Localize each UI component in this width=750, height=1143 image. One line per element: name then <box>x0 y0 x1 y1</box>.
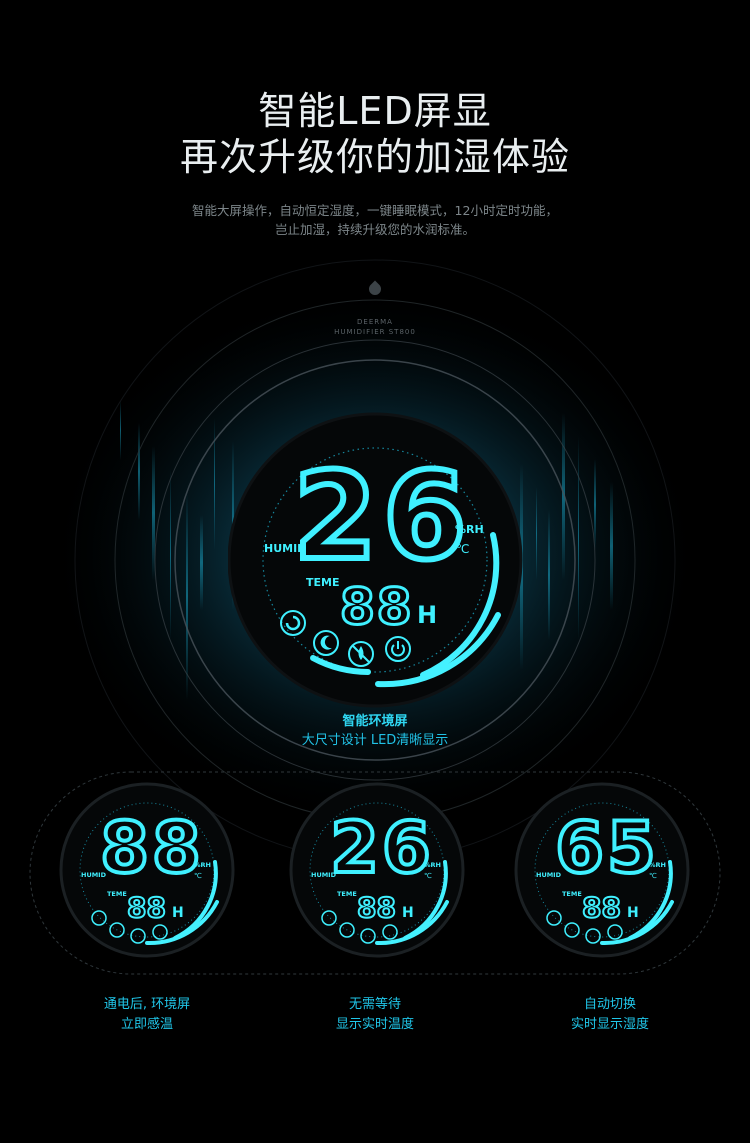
variant-2-caption: 无需等待 显示实时温度 <box>290 995 460 1035</box>
water-drop-icon <box>366 280 384 298</box>
display-variant-1: 88 HUMID %RH ℃ TEME 88 H <box>59 782 235 958</box>
main-value: 26 <box>294 448 473 587</box>
variant-1-teme: TEME <box>107 890 127 898</box>
variant-1-celsius: ℃ <box>194 872 202 880</box>
light-streak <box>578 436 579 640</box>
variant-1-humid: HUMID <box>81 871 107 879</box>
variant-2-humid: HUMID <box>311 871 337 879</box>
headline: 智能LED屏显 再次升级你的加湿体验 <box>0 88 750 180</box>
intro-line-1: 智能大屏操作，自动恒定湿度，一键睡眠模式，12小时定时功能， <box>192 203 558 218</box>
display-variant-3: 65 HUMID %RH ℃ TEME 88 H <box>514 782 690 958</box>
variant-3-unit: H <box>627 905 639 921</box>
brand-name: DEERMA <box>357 318 393 326</box>
variant-2-celsius: ℃ <box>424 872 432 880</box>
hero-caption-subtitle: 大尺寸设计 LED清晰显示 <box>301 733 449 748</box>
headline-line-2: 再次升级你的加湿体验 <box>179 135 570 179</box>
variant-3-timer: 88 <box>582 891 621 924</box>
display-variant-2: 26 HUMID %RH ℃ TEME 88 H <box>289 782 465 958</box>
variant-1-caption: 通电后, 环境屏 立即感温 <box>62 995 232 1035</box>
light-streak <box>536 487 537 580</box>
main-reading: 26 <box>291 445 473 590</box>
light-streak <box>120 400 121 460</box>
intro-text: 智能大屏操作，自动恒定湿度，一键睡眠模式，12小时定时功能， 岂止加湿，持续升级… <box>0 201 750 239</box>
hero-caption: 智能环境屏 大尺寸设计 LED清晰显示 <box>0 712 750 750</box>
light-streak <box>548 510 550 640</box>
variant-2-unit: H <box>402 905 414 921</box>
variant-1-timer: 88 <box>127 891 166 924</box>
timer-label: TEME <box>306 576 339 589</box>
variant-2-caption-line-2: 显示实时温度 <box>335 1017 414 1032</box>
light-streak <box>610 482 613 610</box>
variant-2-caption-line-1: 无需等待 <box>348 997 401 1012</box>
variant-1-unit: H <box>172 905 184 921</box>
variant-2-timer: 88 <box>357 891 396 924</box>
intro-line-2: 岂止加湿，持续升级您的水润标准。 <box>274 222 475 237</box>
variant-1-value: 88 <box>100 807 203 889</box>
hero-display: 26 HUMID %RH ℃ TEME 88 H <box>228 412 523 708</box>
variant-2-teme: TEME <box>337 890 357 898</box>
hero-caption-title: 智能环境屏 <box>342 714 408 729</box>
variant-3-caption-line-2: 实时显示湿度 <box>570 1017 649 1032</box>
variant-2-value: 26 <box>330 807 433 889</box>
light-streak <box>594 459 596 550</box>
variant-1-caption-line-2: 立即感温 <box>120 1017 173 1032</box>
variant-3-rh: %RH <box>649 861 666 869</box>
variant-2-rh: %RH <box>424 861 441 869</box>
variant-1-caption-line-1: 通电后, 环境屏 <box>103 997 191 1012</box>
variant-3-value: 65 <box>555 807 658 889</box>
variant-3-humid: HUMID <box>536 871 562 879</box>
timer-unit: H <box>417 601 437 629</box>
celsius-label: ℃ <box>456 542 469 556</box>
rh-label: %RH <box>455 523 484 536</box>
product-brand: DEERMA HUMIDIFIER ST800 <box>315 280 435 337</box>
light-streak <box>138 423 140 520</box>
variant-3-caption-line-1: 自动切换 <box>583 997 636 1012</box>
variant-3-teme: TEME <box>562 890 582 898</box>
light-streak <box>214 418 215 550</box>
light-streak <box>170 469 171 640</box>
variant-1-rh: %RH <box>194 861 211 869</box>
variant-3-caption: 自动切换 实时显示湿度 <box>525 995 695 1035</box>
variant-3-celsius: ℃ <box>649 872 657 880</box>
light-streak <box>200 515 203 610</box>
model-name: HUMIDIFIER ST800 <box>334 328 416 336</box>
headline-line-1: 智能LED屏显 <box>258 89 492 133</box>
light-streak <box>186 492 188 700</box>
humid-label: HUMID <box>264 542 306 555</box>
timer-value: 88 <box>340 578 414 636</box>
